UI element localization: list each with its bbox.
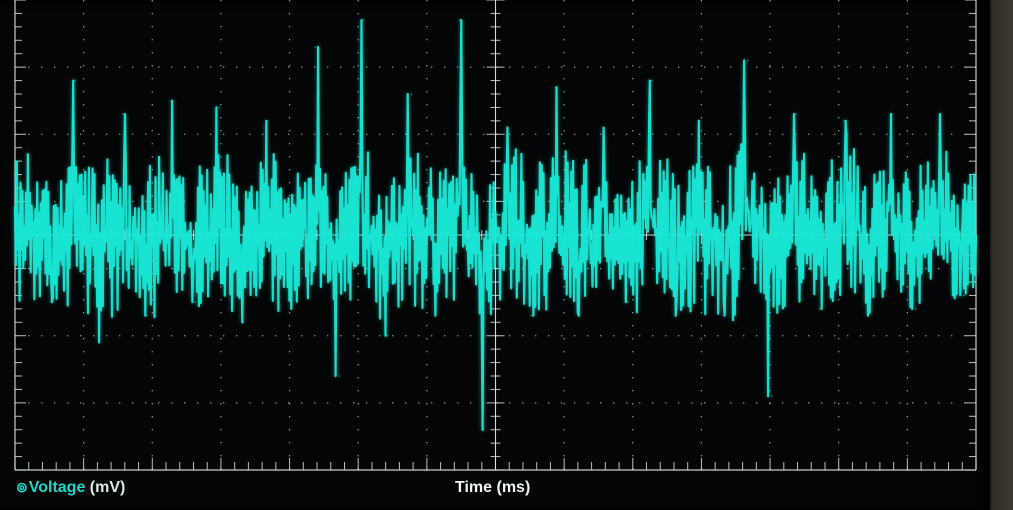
trace-peak-point xyxy=(963,294,965,297)
trace-peak-point xyxy=(194,301,196,303)
trace-peak-point xyxy=(266,120,269,122)
trace-peak-point xyxy=(530,314,533,317)
trace-peak-point xyxy=(722,314,725,317)
trace-peak-point xyxy=(458,19,461,21)
trace-peak-point xyxy=(386,334,389,337)
trace-peak-point xyxy=(362,19,365,21)
trace-peak-point xyxy=(674,301,677,303)
trace-peak-point xyxy=(867,314,869,317)
trace-peak-point xyxy=(939,113,941,115)
trace-peak-point xyxy=(843,120,845,122)
trace-peak-point xyxy=(170,99,172,102)
trace-peak-point xyxy=(122,113,124,115)
trace-peak-point xyxy=(314,46,317,48)
trace-peak-point xyxy=(626,301,629,303)
trace-peak-point xyxy=(26,153,28,156)
legend: ⊚Voltage (mV) xyxy=(16,479,125,497)
trace-peak-point xyxy=(74,79,76,82)
trace-peak-point xyxy=(434,314,437,317)
trace-peak-point xyxy=(795,113,797,115)
trace-peak-point xyxy=(602,126,605,129)
trace-peak-point xyxy=(891,113,893,115)
legend-series-name: Voltage xyxy=(28,479,86,496)
trace-peak-point xyxy=(482,428,485,431)
scope-screen: ⊚Voltage (mV) Time (ms) xyxy=(0,0,992,510)
trace-peak-point xyxy=(290,308,293,310)
trace-peak-point xyxy=(410,93,413,95)
trace-peak-point xyxy=(554,86,557,89)
trace-peak-point xyxy=(771,395,773,397)
x-axis-label: Time (ms) xyxy=(455,479,531,496)
trace-peak-point xyxy=(242,321,244,324)
trace-peak-point xyxy=(338,375,341,377)
trace-peak-point xyxy=(650,79,653,82)
trace-peak-point xyxy=(146,314,148,317)
legend-marker-icon: ⊚ xyxy=(16,479,28,495)
label-bar: ⊚Voltage (mV) Time (ms) xyxy=(0,474,990,504)
trace-peak-point xyxy=(98,341,100,344)
trace-peak-point xyxy=(747,59,749,62)
waveform-plot xyxy=(13,0,978,471)
legend-series-unit: (mV) xyxy=(89,479,126,496)
trace-peak-point xyxy=(819,308,821,310)
trace-peak-point xyxy=(578,314,581,317)
trace-peak-point xyxy=(915,308,917,310)
trace-peak-point xyxy=(218,106,220,109)
trace-peak-point xyxy=(50,301,52,303)
trace-peak-point xyxy=(698,120,701,122)
trace-peak-point xyxy=(506,126,509,129)
